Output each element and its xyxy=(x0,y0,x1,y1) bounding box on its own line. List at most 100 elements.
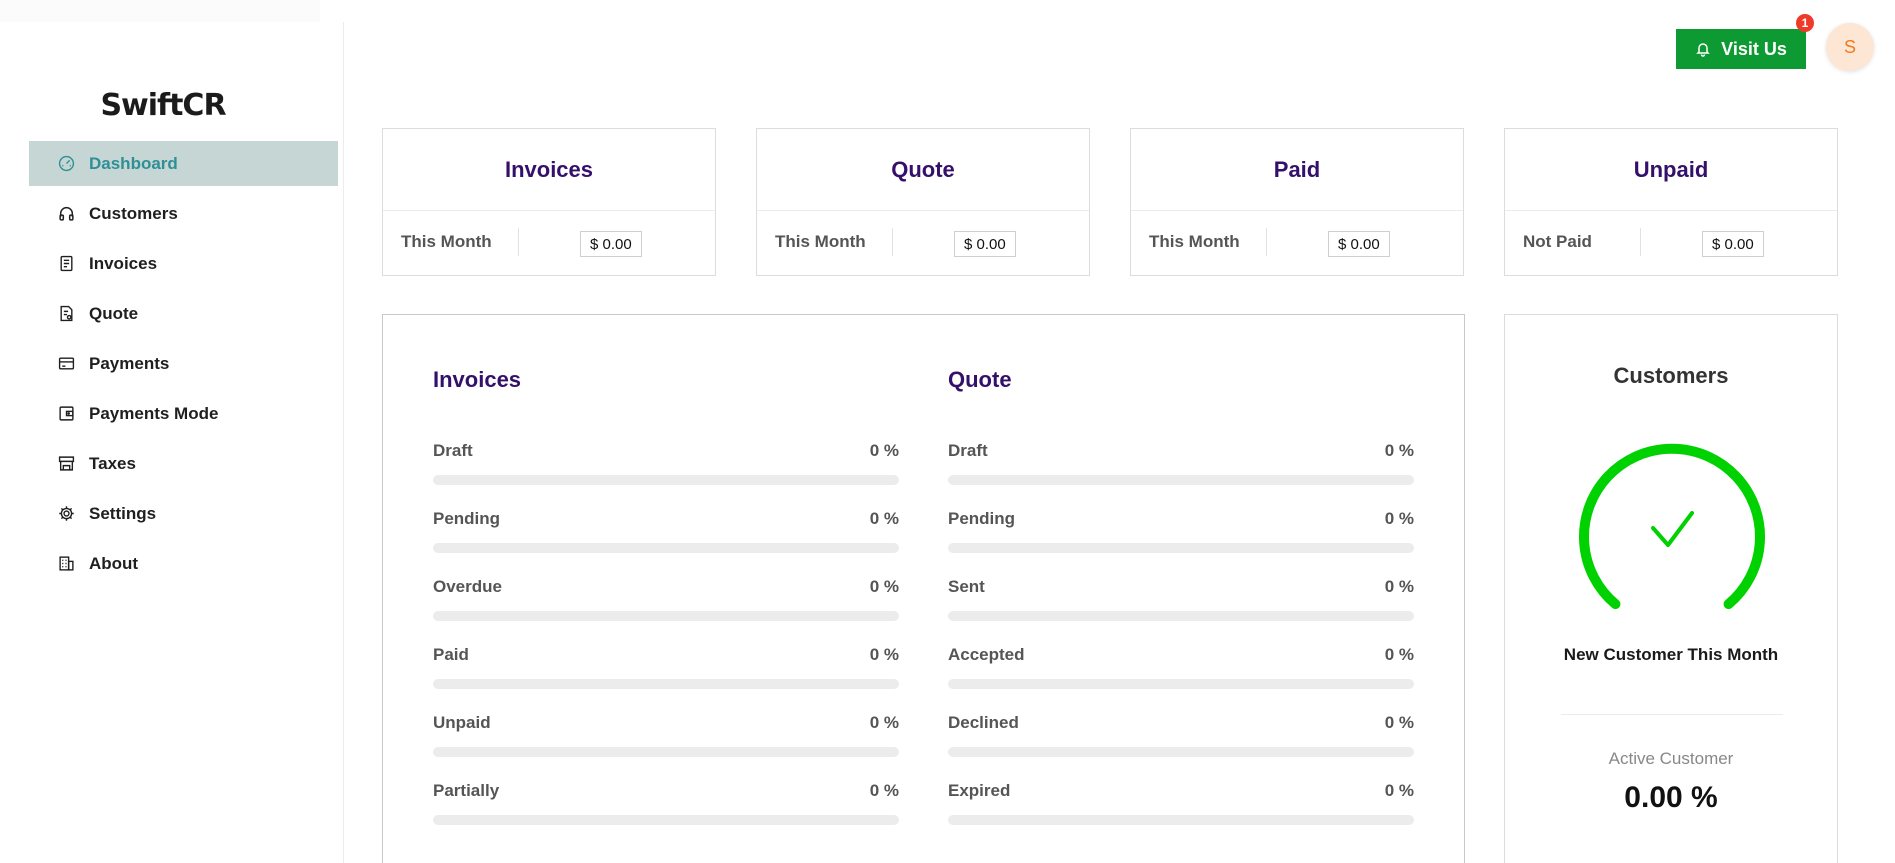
file-icon xyxy=(58,305,75,322)
sidebar-item-label: Quote xyxy=(89,303,139,323)
progress-percent: 0 % xyxy=(869,509,899,528)
progress-label: Pending xyxy=(433,509,501,528)
progress-track xyxy=(433,679,899,689)
progress-percent: 0 % xyxy=(869,645,899,664)
progress-percent: 0 % xyxy=(1384,645,1414,664)
progress-track xyxy=(948,747,1414,757)
sidebar-item-label: Taxes xyxy=(89,453,136,473)
progress-percent: 0 % xyxy=(1384,441,1414,460)
card-value: $ 0.00 xyxy=(1702,231,1764,257)
headphones-icon xyxy=(58,205,75,222)
top-bar xyxy=(345,0,1895,80)
card-row: This Month $ 0.00 xyxy=(757,211,1089,276)
shop-icon xyxy=(58,455,75,472)
document-icon xyxy=(58,255,75,272)
progress-label: Accepted xyxy=(948,645,1025,664)
customers-panel: Customers New Customer This Month Active… xyxy=(1504,314,1838,863)
progress-percent: 0 % xyxy=(869,577,899,596)
progress-label: Overdue xyxy=(433,577,502,596)
new-customer-label: New Customer This Month xyxy=(1563,645,1779,664)
progress-item: Expired 0 % xyxy=(948,771,1414,839)
progress-item: Draft 0 % xyxy=(948,431,1414,499)
sidebar-item-label: Dashboard xyxy=(89,153,178,173)
progress-percent: 0 % xyxy=(1384,713,1414,732)
app-root: SwiftCR Dashboard Customers Invoices Quo… xyxy=(0,0,1895,863)
visit-us-button[interactable]: Visit Us xyxy=(1676,29,1806,69)
sidebar-item-label: Settings xyxy=(89,503,157,523)
progress-label: Paid xyxy=(433,645,469,664)
card-separator xyxy=(892,228,893,256)
sidebar-top-strip xyxy=(0,0,320,22)
progress-track xyxy=(433,543,899,553)
progress-label: Unpaid xyxy=(433,713,491,732)
invoices-status-column: Invoices Draft 0 % Pending 0 % Overdue 0… xyxy=(433,367,899,839)
quote-card: Quote This Month $ 0.00 xyxy=(756,128,1090,276)
card-separator xyxy=(518,228,519,256)
bell-icon xyxy=(1696,43,1710,57)
checkmark-icon xyxy=(1651,511,1694,547)
sidebar-item-dashboard[interactable]: Dashboard xyxy=(29,141,338,186)
sidebar-nav: Dashboard Customers Invoices Quote Payme… xyxy=(29,141,338,591)
progress-item: Partially 0 % xyxy=(433,771,899,839)
sidebar: SwiftCR Dashboard Customers Invoices Quo… xyxy=(0,0,345,863)
progress-label: Sent xyxy=(948,577,985,596)
card-value: $ 0.00 xyxy=(580,231,642,257)
progress-item: Paid 0 % xyxy=(433,635,899,703)
progress-percent: 0 % xyxy=(869,713,899,732)
progress-percent: 0 % xyxy=(869,441,899,460)
progress-percent: 0 % xyxy=(1384,577,1414,596)
customers-title: Customers xyxy=(1613,363,1729,388)
card-separator xyxy=(1640,228,1641,256)
sidebar-item-label: Customers xyxy=(89,203,178,223)
progress-track xyxy=(433,611,899,621)
progress-label: Declined xyxy=(948,713,1019,732)
sidebar-item-payments[interactable]: Payments xyxy=(29,341,338,386)
quote-status-column: Quote Draft 0 % Pending 0 % Sent 0 % Acc… xyxy=(948,367,1414,839)
quote-status-title: Quote xyxy=(948,367,1012,392)
customer-gauge xyxy=(1579,443,1765,610)
card-row: Not Paid $ 0.00 xyxy=(1505,211,1837,276)
card-title: Quote xyxy=(757,129,1089,211)
progress-percent: 0 % xyxy=(1384,509,1414,528)
active-customer-value: 0.00 % xyxy=(1624,781,1718,814)
card-row: This Month $ 0.00 xyxy=(1131,211,1463,276)
sidebar-item-label: Invoices xyxy=(89,253,158,273)
progress-item: Draft 0 % xyxy=(433,431,899,499)
progress-track xyxy=(948,679,1414,689)
progress-item: Unpaid 0 % xyxy=(433,703,899,771)
progress-item: Pending 0 % xyxy=(433,499,899,567)
dashboard-icon xyxy=(58,155,75,172)
card-title: Paid xyxy=(1131,129,1463,211)
invoices-card: Invoices This Month $ 0.00 xyxy=(382,128,716,276)
progress-track xyxy=(948,611,1414,621)
progress-percent: 0 % xyxy=(869,781,899,800)
sidebar-item-quote[interactable]: Quote xyxy=(29,291,338,336)
progress-track xyxy=(948,475,1414,485)
building-icon xyxy=(58,555,75,572)
sidebar-item-label: Payments Mode xyxy=(89,403,219,423)
card-title: Unpaid xyxy=(1505,129,1837,211)
sidebar-item-invoices[interactable]: Invoices xyxy=(29,241,338,286)
card-row: This Month $ 0.00 xyxy=(383,211,715,276)
notification-badge: 1 xyxy=(1796,14,1814,32)
wallet-icon xyxy=(58,405,75,422)
sidebar-item-about[interactable]: About xyxy=(29,541,338,586)
progress-item: Sent 0 % xyxy=(948,567,1414,635)
progress-label: Draft xyxy=(948,441,988,460)
active-customer-label: Active Customer xyxy=(1608,749,1734,768)
sidebar-item-customers[interactable]: Customers xyxy=(29,191,338,236)
progress-label: Draft xyxy=(433,441,473,460)
card-separator xyxy=(1266,228,1267,256)
progress-track xyxy=(433,815,899,825)
sidebar-item-label: Payments xyxy=(89,353,170,373)
sidebar-item-taxes[interactable]: Taxes xyxy=(29,441,338,486)
progress-item: Pending 0 % xyxy=(948,499,1414,567)
card-title: Invoices xyxy=(383,129,715,211)
sidebar-item-settings[interactable]: Settings xyxy=(29,491,338,536)
app-logo[interactable]: SwiftCR xyxy=(0,88,326,123)
avatar[interactable]: S xyxy=(1826,23,1874,71)
progress-item: Declined 0 % xyxy=(948,703,1414,771)
sidebar-item-payments-mode[interactable]: Payments Mode xyxy=(29,391,338,436)
progress-label: Expired xyxy=(948,781,1011,800)
progress-label: Pending xyxy=(948,509,1016,528)
